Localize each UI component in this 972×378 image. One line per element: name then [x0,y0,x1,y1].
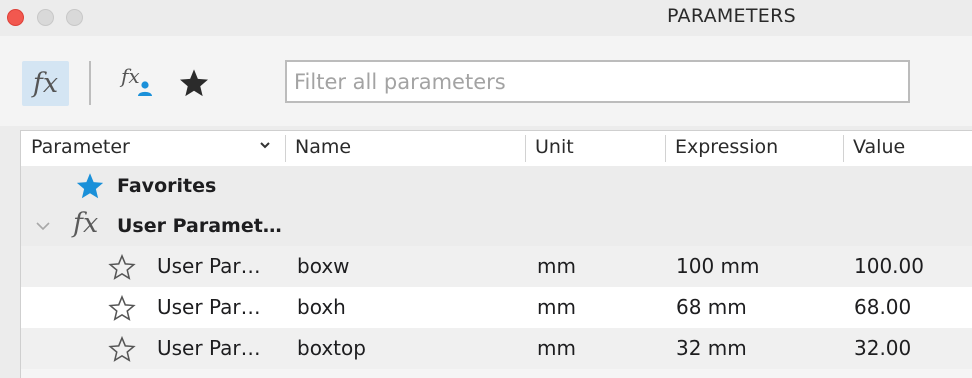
value-cell: 100.00 [854,254,924,278]
parameters-table: Parameter Name Unit Expression Value Fav… [20,130,972,378]
unit-cell: mm [537,336,576,360]
group-label: Favorites [117,175,217,197]
column-header-expression[interactable]: Expression [675,136,778,158]
parameter-cell: User Par… [157,254,261,278]
star-icon [180,69,208,97]
star-filled-icon [76,173,104,199]
user-parameters-button[interactable]: fx [116,64,156,102]
name-cell[interactable]: boxtop [297,336,366,360]
unit-cell: mm [537,295,576,319]
column-header-name[interactable]: Name [295,136,351,158]
title-bar: PARAMETERS [0,0,972,36]
user-icon [138,81,152,96]
window-title: PARAMETERS [667,5,796,27]
value-cell: 68.00 [854,295,912,319]
star-outline-icon[interactable] [108,294,136,322]
close-window-button[interactable] [7,9,24,26]
expression-cell[interactable]: 32 mm [676,336,747,360]
minimize-window-button[interactable] [37,9,54,26]
toolbar: fx fx [0,36,972,126]
chevron-down-icon[interactable] [35,220,51,232]
name-cell[interactable]: boxh [297,295,346,319]
column-header-parameter[interactable]: Parameter [31,136,130,158]
column-divider[interactable] [285,135,286,162]
zoom-window-button[interactable] [66,9,83,26]
table-header: Parameter Name Unit Expression Value [21,131,972,166]
favorites-filter-button[interactable] [174,63,214,103]
unit-cell: mm [537,254,576,278]
show-all-parameters-button[interactable]: fx [22,61,69,106]
expression-cell[interactable]: 68 mm [676,295,747,319]
chevron-down-icon[interactable] [259,139,271,151]
group-label: User Paramet… [117,215,282,237]
star-outline-icon[interactable] [108,335,136,363]
column-divider[interactable] [525,135,526,162]
parameter-cell: User Par… [157,295,261,319]
toolbar-divider [89,61,91,105]
column-header-value[interactable]: Value [853,136,905,158]
fx-icon: fx [73,208,99,239]
column-divider[interactable] [843,135,844,162]
parameter-cell: User Par… [157,336,261,360]
value-cell: 32.00 [854,336,912,360]
group-row-favorites[interactable]: Favorites [21,166,972,206]
name-cell[interactable]: boxw [297,254,350,278]
filter-parameters-input[interactable] [285,60,910,103]
fx-icon: fx [32,68,59,99]
table-row[interactable]: User Par… boxtop mm 32 mm 32.00 [21,328,972,369]
star-outline-icon[interactable] [108,253,136,281]
table-row[interactable]: User Par… boxw mm 100 mm 100.00 [21,246,972,287]
group-row-user-parameters[interactable]: fx User Paramet… [21,206,972,246]
expression-cell[interactable]: 100 mm [676,254,760,278]
column-divider[interactable] [665,135,666,162]
column-header-unit[interactable]: Unit [535,136,574,158]
table-row[interactable]: User Par… boxh mm 68 mm 68.00 [21,287,972,328]
